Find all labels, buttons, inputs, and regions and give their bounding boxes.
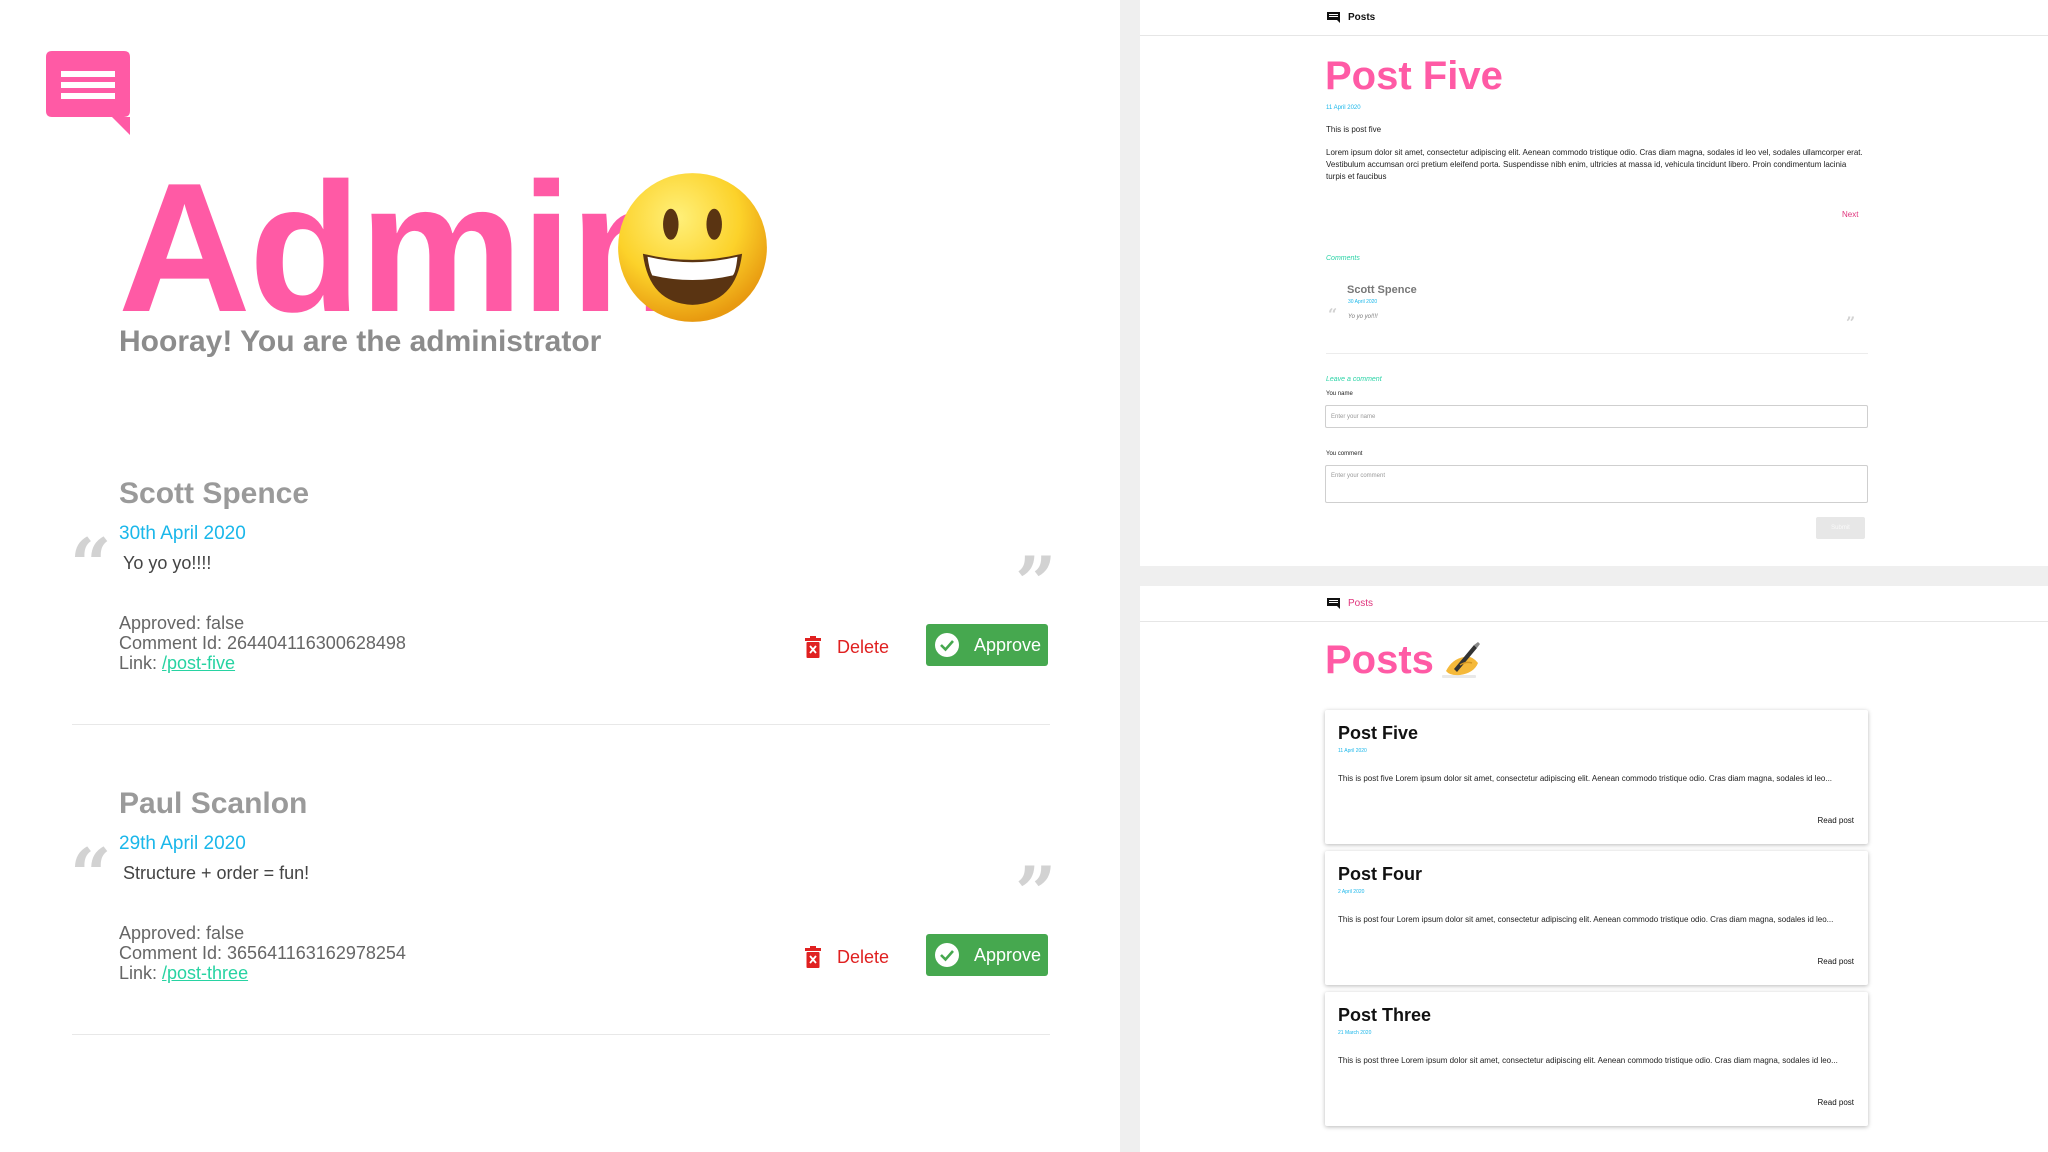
trash-icon	[805, 636, 821, 658]
comment-date: 30 April 2020	[1348, 299, 1378, 305]
top-nav: Posts	[1140, 0, 2048, 36]
post-card-date: 2 April 2020	[1338, 889, 1365, 895]
post-card[interactable]: Post Five 11 April 2020 This is post fiv…	[1325, 710, 1868, 844]
post-card-date: 11 April 2020	[1338, 748, 1367, 754]
top-nav: Posts	[1140, 586, 2048, 622]
post-card-title: Post Five	[1338, 723, 1419, 743]
admin-panel: Admin Hooray! You are the administrator …	[0, 0, 1120, 1152]
post-link[interactable]: /post-three	[162, 963, 248, 983]
approve-label: Approve	[974, 634, 1042, 655]
post-title: Post Five	[1325, 54, 1503, 98]
link-label: Link:	[119, 653, 163, 673]
read-post-link[interactable]: Read post	[1818, 816, 1854, 825]
comment-author: Scott Spence	[1347, 284, 1417, 296]
approve-label: Approve	[974, 944, 1042, 965]
divider	[72, 724, 1050, 725]
next-link[interactable]: Next	[1842, 210, 1858, 219]
comment-label: You comment	[1326, 451, 1363, 457]
post-body: Lorem ipsum dolor sit amet, consectetur …	[1326, 148, 1863, 181]
comment-author: Paul Scanlon	[119, 787, 308, 820]
read-post-link[interactable]: Read post	[1818, 957, 1854, 966]
nav-posts-link[interactable]: Posts	[1348, 12, 1375, 23]
open-quote-icon: “	[70, 832, 112, 917]
leave-comment-heading: Leave a comment	[1326, 376, 1382, 383]
delete-button[interactable]: Delete	[805, 937, 889, 977]
close-quote-icon: ”	[1846, 313, 1856, 332]
post-card-title: Post Three	[1338, 1005, 1432, 1025]
post-card[interactable]: Post Three 21 March 2020 This is post th…	[1325, 992, 1868, 1126]
chat-logo-icon[interactable]	[46, 51, 130, 135]
post-date: 11 April 2020	[1326, 105, 1361, 111]
trash-icon	[805, 946, 821, 968]
comment-card: Scott Spence 30th April 2020 “ ” Yo yo y…	[0, 477, 1120, 787]
post-card-excerpt: This is post three Lorem ipsum dolor sit…	[1338, 1056, 1838, 1065]
comment-link-row: Link: /post-five	[119, 653, 406, 673]
comment-body: Yo yo yo!!!!	[1348, 314, 1378, 320]
comment-card: Paul Scanlon 29th April 2020 “ ” Structu…	[0, 787, 1120, 1097]
comment-textarea[interactable]: Enter your comment	[1325, 465, 1868, 503]
page-subtitle: Hooray! You are the administrator	[119, 325, 602, 358]
post-card-excerpt: This is post five Lorem ipsum dolor sit …	[1338, 774, 1833, 783]
comment-author: Scott Spence	[119, 477, 310, 510]
divider	[72, 1034, 1050, 1035]
writing-hand-emoji-icon	[1441, 641, 1480, 678]
name-label: You name	[1326, 391, 1353, 397]
post-link[interactable]: /post-five	[162, 653, 235, 673]
approved-status: Approved: false	[119, 923, 245, 943]
link-label: Link:	[119, 963, 163, 983]
name-input[interactable]: Enter your name	[1325, 405, 1868, 428]
chat-logo-icon[interactable]	[1327, 598, 1340, 609]
comment-meta: Approved: false Comment Id: 264404116300…	[119, 613, 406, 673]
post-card-title: Post Four	[1338, 864, 1422, 884]
read-post-link[interactable]: Read post	[1818, 1098, 1854, 1107]
comments-heading: Comments	[1326, 255, 1360, 262]
approve-button[interactable]: Approve	[926, 624, 1048, 666]
divider	[1326, 353, 1868, 354]
comment-body: Structure + order = fun!	[123, 863, 310, 883]
post-card-date: 21 March 2020	[1338, 1030, 1372, 1036]
smiley-emoji-icon	[618, 173, 767, 322]
posts-page-panel: Posts Posts Post Five 11 April 2020 This…	[1140, 586, 2048, 1152]
chat-logo-icon[interactable]	[1327, 12, 1340, 23]
check-circle-icon	[935, 633, 959, 657]
close-quote-icon: ”	[1015, 850, 1057, 935]
posts-title: Posts	[1325, 638, 1434, 682]
approved-status: Approved: false	[119, 613, 245, 633]
submit-button[interactable]: Submit	[1816, 517, 1865, 539]
delete-button[interactable]: Delete	[805, 627, 889, 667]
post-page-panel: Posts Post Five 11 April 2020 This is po…	[1140, 0, 2048, 566]
comment-body: Yo yo yo!!!!	[123, 553, 212, 573]
delete-label: Delete	[837, 946, 890, 967]
open-quote-icon: “	[1328, 305, 1338, 324]
post-card[interactable]: Post Four 2 April 2020 This is post four…	[1325, 851, 1868, 985]
comment-meta: Approved: false Comment Id: 365641163162…	[119, 923, 406, 983]
open-quote-icon: “	[70, 522, 112, 607]
nav-posts-link[interactable]: Posts	[1348, 598, 1373, 609]
comment-id: Comment Id: 264404116300628498	[119, 633, 406, 653]
comment-id: Comment Id: 365641163162978254	[119, 943, 406, 963]
check-circle-icon	[935, 943, 959, 967]
post-lead: This is post five	[1326, 125, 1382, 134]
comment-date: 30th April 2020	[119, 523, 246, 544]
comment-date: 29th April 2020	[119, 833, 246, 854]
comment-link-row: Link: /post-three	[119, 963, 406, 983]
post-card-excerpt: This is post four Lorem ipsum dolor sit …	[1338, 915, 1834, 924]
close-quote-icon: ”	[1015, 540, 1057, 625]
posts-heading: Posts	[1325, 638, 1484, 683]
page-title: Admin	[118, 144, 682, 350]
approve-button[interactable]: Approve	[926, 934, 1048, 976]
delete-label: Delete	[837, 636, 890, 657]
